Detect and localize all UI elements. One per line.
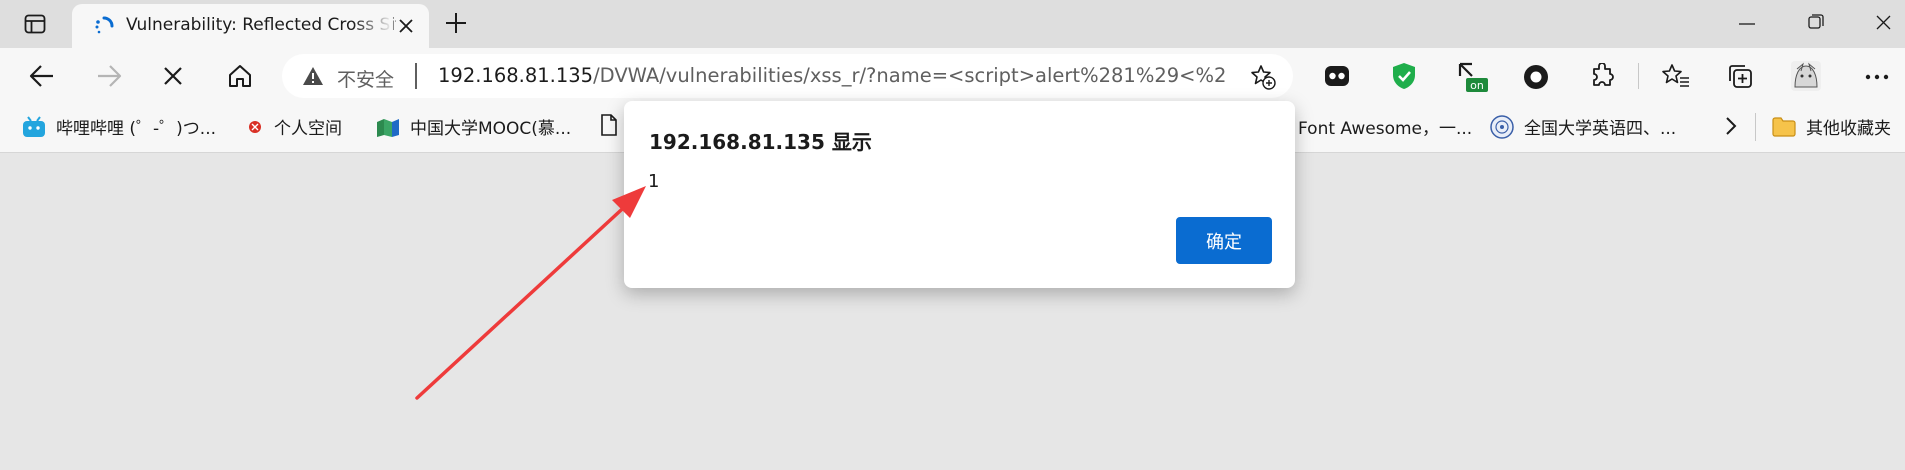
profile-avatar-icon[interactable]	[1791, 61, 1821, 91]
add-favorite-icon[interactable]	[1250, 64, 1276, 90]
bilibili-icon	[22, 115, 46, 138]
dialog-title: 192.168.81.135 显示	[649, 130, 872, 154]
shield-extension-icon[interactable]	[1391, 62, 1417, 90]
forward-icon[interactable]	[96, 64, 122, 88]
favorites-icon[interactable]	[1662, 63, 1690, 89]
bookmark-item[interactable]	[600, 114, 618, 136]
collections-icon[interactable]	[1727, 63, 1753, 89]
bookmark-item[interactable]: Font Awesome，一...	[1298, 114, 1472, 139]
tab-actions-icon[interactable]	[24, 13, 46, 35]
alert-dialog: 192.168.81.135 显示 1 确定	[624, 101, 1295, 288]
minimize-icon[interactable]	[1738, 22, 1756, 26]
bookmark-item[interactable]: 个人空间	[246, 114, 342, 139]
address-separator	[415, 63, 417, 89]
security-label[interactable]: 不安全	[337, 65, 394, 92]
bookmark-label: 哔哩哔哩 (゜-゜)つ...	[56, 119, 217, 139]
bookmark-label: 全国大学英语四、...	[1524, 119, 1677, 139]
bookmark-item[interactable]: 全国大学英语四、...	[1490, 114, 1676, 139]
toolbar-divider	[1638, 63, 1639, 89]
ok-button[interactable]: 确定	[1176, 217, 1272, 264]
stop-loading-icon[interactable]	[163, 66, 183, 86]
folder-icon	[1772, 116, 1796, 137]
bookmark-label: 个人空间	[274, 119, 342, 139]
back-icon[interactable]	[29, 64, 55, 88]
close-tab-icon[interactable]	[398, 18, 414, 34]
close-window-icon[interactable]	[1876, 15, 1891, 30]
restore-icon[interactable]	[1808, 14, 1824, 30]
url-path: /DVWA/vulnerabilities/xss_r/?name=<scrip…	[593, 64, 1228, 87]
address-bar[interactable]: 不安全 192.168.81.135/DVWA/vulnerabilities/…	[282, 54, 1293, 98]
bookmarks-divider	[1755, 113, 1756, 141]
annotation-arrow	[415, 186, 646, 400]
mooc-icon	[376, 116, 400, 138]
extension-game-icon[interactable]	[1324, 64, 1350, 88]
more-bookmarks-chevron-icon[interactable]	[1724, 116, 1738, 136]
red-dot-icon	[246, 118, 264, 136]
other-favorites-label: 其他收藏夹	[1806, 119, 1891, 139]
active-tab[interactable]: Vulnerability: Reflected Cross Site Scri…	[72, 4, 429, 48]
tab-title-fade	[353, 4, 393, 48]
other-favorites-folder[interactable]: 其他收藏夹	[1772, 114, 1891, 139]
url-text[interactable]: 192.168.81.135/DVWA/vulnerabilities/xss_…	[438, 64, 1228, 87]
page-icon	[600, 114, 618, 136]
bookmark-item[interactable]: 中国大学MOOC(慕...	[376, 114, 571, 139]
on-toggle-extension-icon[interactable]: on	[1458, 62, 1488, 94]
bookmark-item[interactable]: 哔哩哔哩 (゜-゜)つ...	[22, 114, 216, 139]
loading-spinner-icon	[94, 16, 114, 36]
record-extension-icon[interactable]	[1523, 64, 1549, 90]
svg-text:on: on	[1470, 79, 1484, 92]
home-icon[interactable]	[227, 63, 253, 89]
extensions-puzzle-icon[interactable]	[1590, 63, 1616, 89]
more-menu-icon[interactable]	[1865, 74, 1889, 80]
warning-icon[interactable]	[302, 66, 324, 86]
new-tab-icon[interactable]	[445, 12, 467, 34]
url-host: 192.168.81.135	[438, 64, 594, 87]
bookmark-label: 中国大学MOOC(慕...	[410, 119, 572, 139]
bookmark-label: Font Awesome，一...	[1298, 119, 1473, 139]
seal-icon	[1490, 114, 1514, 139]
